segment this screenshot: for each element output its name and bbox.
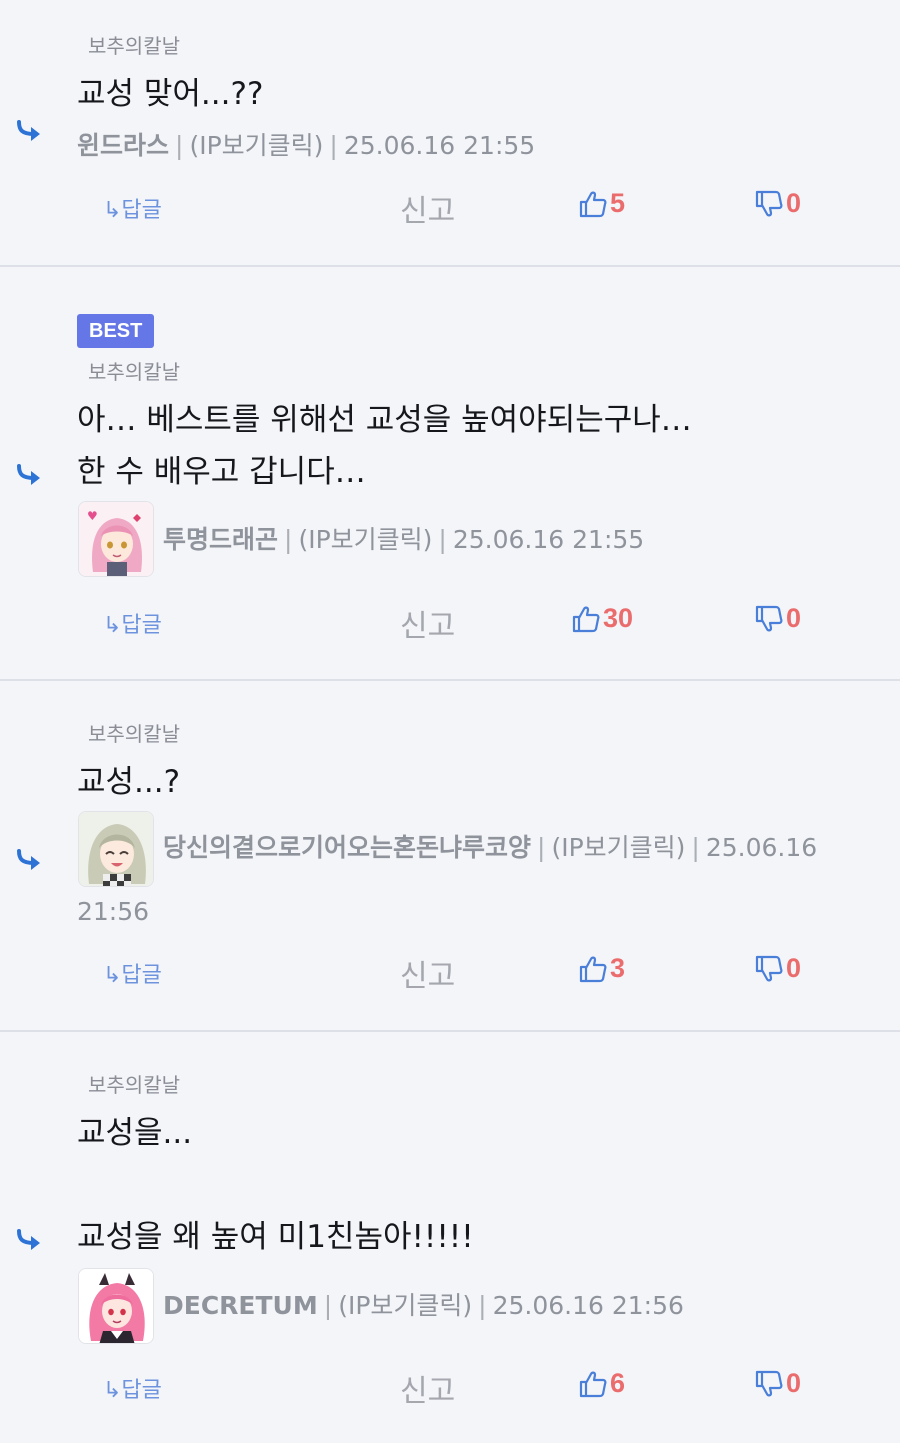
comment-body-line: 한 수 배우고 갑니다… (77, 454, 366, 490)
comment-body-line: 교성을... (77, 1115, 193, 1151)
reply-button[interactable]: ↳답글 (103, 1372, 162, 1404)
thumbs-up-icon (579, 191, 607, 217)
comment-actions: ↳답글 신고 30 0 (0, 601, 900, 644)
thumbs-down-icon (755, 605, 783, 631)
dislike-button[interactable]: 0 (754, 603, 801, 634)
reply-to-user[interactable]: 보추의칼날 (88, 356, 180, 385)
comment-time: 21:56 (77, 897, 150, 926)
reply-arrow-icon (17, 1229, 40, 1250)
svg-text:♥: ♥ (87, 509, 98, 523)
like-button[interactable]: 30 (571, 603, 633, 634)
reply-to-user[interactable]: 보추의칼날 (88, 1069, 180, 1098)
avatar[interactable] (78, 811, 154, 887)
dislike-button[interactable]: 0 (754, 1368, 801, 1399)
thumbs-down-icon (755, 955, 783, 981)
like-button[interactable]: 5 (578, 188, 625, 219)
like-count: 5 (610, 188, 626, 218)
avatar[interactable]: ♥ (78, 501, 154, 577)
reply-arrow-icon (17, 120, 40, 141)
reply-button[interactable]: ↳답글 (103, 607, 162, 639)
comment-item: BEST 보추의칼날 아… 베스트를 위해선 교성을 높여야되는구나… 한 수 … (0, 267, 900, 681)
comment-meta: 당신의곁으로기어오는혼돈냐루코양 | (IP보기클릭) | 25.06.16 (163, 833, 818, 862)
comment-actions: ↳답글 신고 6 0 (0, 1366, 900, 1409)
dislike-button[interactable]: 0 (754, 188, 801, 219)
like-button[interactable]: 6 (578, 1368, 625, 1399)
like-count: 30 (603, 603, 634, 633)
report-button[interactable]: 신고 (400, 1366, 455, 1410)
dislike-count: 0 (786, 188, 802, 218)
comment-item: 보추의칼날 교성을... 교성을 왜 높여 미1친놈아!!!!! DECRETU… (0, 1032, 900, 1443)
ip-view-link[interactable]: (IP보기클릭) (189, 131, 323, 160)
comment-item: 보추의칼날 교성...? 당신의곁으로기어오는혼돈냐루코양 | (IP보기클릭) | 2… (0, 681, 900, 1032)
anime-girl-avatar-icon (79, 812, 153, 886)
report-button[interactable]: 신고 (400, 186, 455, 230)
comment-body: 교성 맞어...?? (77, 76, 264, 112)
ip-view-link[interactable]: (IP보기클릭) (551, 833, 685, 862)
comment-body-line: 아… 베스트를 위해선 교성을 높여야되는구나… (77, 402, 692, 438)
like-button[interactable]: 3 (578, 953, 625, 984)
like-count: 6 (610, 1368, 626, 1398)
anime-girl-avatar-icon (79, 1269, 153, 1343)
comment-date: 25.06.16 21:55 (452, 525, 645, 554)
comment-meta: 투명드래곤 | (IP보기클릭) | 25.06.16 21:55 (163, 525, 645, 554)
comment-date: 25.06.16 (705, 833, 818, 862)
dislike-button[interactable]: 0 (754, 953, 801, 984)
author-nickname[interactable]: 당신의곁으로기어오는혼돈냐루코양 (163, 833, 531, 862)
reply-button[interactable]: ↳답글 (103, 192, 162, 224)
comment-actions: ↳답글 신고 3 0 (0, 951, 900, 994)
dislike-count: 0 (786, 1368, 802, 1398)
reply-button[interactable]: ↳답글 (103, 957, 162, 989)
best-badge: BEST (77, 314, 155, 348)
dislike-count: 0 (786, 603, 802, 633)
report-button[interactable]: 신고 (400, 601, 455, 645)
comment-date: 25.06.16 21:56 (492, 1291, 684, 1320)
comment-item: 보추의칼날 교성 맞어...?? 윈드라스 | (IP보기클릭) | 25.06.16 … (0, 0, 900, 267)
anime-girl-avatar-icon: ♥ (79, 502, 153, 576)
thumbs-up-icon (579, 1371, 607, 1397)
comment-date: 25.06.16 21:55 (343, 131, 536, 160)
author-nickname[interactable]: 윈드라스 (77, 131, 169, 160)
ip-view-link[interactable]: (IP보기클릭) (298, 525, 432, 554)
thumbs-down-icon (755, 190, 783, 216)
reply-arrow-icon (17, 849, 40, 870)
like-count: 3 (610, 953, 626, 983)
reply-to-user[interactable]: 보추의칼날 (88, 718, 180, 747)
avatar[interactable] (78, 1268, 154, 1344)
comment-body: 교성...? (77, 764, 181, 800)
author-nickname[interactable]: DECRETUM (163, 1291, 318, 1320)
thumbs-down-icon (755, 1370, 783, 1396)
ip-view-link[interactable]: (IP보기클릭) (338, 1291, 472, 1320)
comment-actions: ↳답글 신고 5 0 (0, 186, 900, 229)
comment-meta: 윈드라스 | (IP보기클릭) | 25.06.16 21:55 (77, 131, 536, 160)
author-nickname[interactable]: 투명드래곤 (163, 525, 278, 554)
dislike-count: 0 (786, 953, 802, 983)
comment-meta: DECRETUM | (IP보기클릭) | 25.06.16 21:56 (163, 1291, 684, 1320)
reply-arrow-icon (17, 464, 40, 485)
reply-to-user[interactable]: 보추의칼날 (88, 30, 180, 59)
comment-body-line: 교성을 왜 높여 미1친놈아!!!!! (77, 1219, 474, 1255)
thumbs-up-icon (579, 956, 607, 982)
report-button[interactable]: 신고 (400, 951, 455, 995)
thumbs-up-icon (572, 606, 600, 632)
